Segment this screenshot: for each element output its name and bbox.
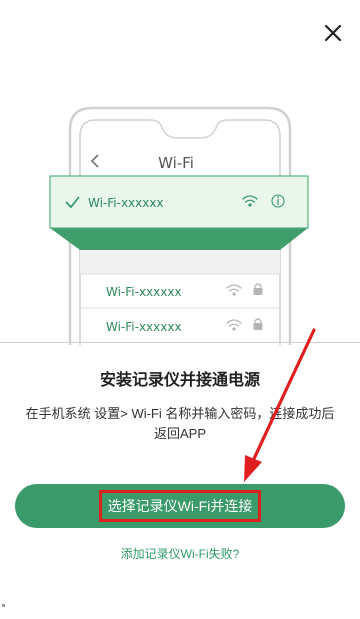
highlight-projection bbox=[50, 228, 308, 250]
section-divider bbox=[0, 342, 360, 343]
instruction-text: 在手机系统 设置> Wi-Fi 名称并输入密码，连接成功后返回APP bbox=[25, 406, 335, 441]
page-title: 安装记录仪并接通电源 bbox=[99, 372, 260, 389]
select-recorder-wifi-button-label: 选择记录仪Wi-Fi并连接 bbox=[98, 490, 262, 522]
network-row-1: Wi-Fi-xxxxxx bbox=[106, 285, 182, 299]
highlighted-network-name: Wi-Fi-xxxxxx bbox=[88, 196, 164, 210]
add-wifi-failed-link[interactable]: 添加记录仪Wi-Fi失败? bbox=[0, 545, 360, 562]
corner-dot bbox=[2, 604, 5, 607]
phone-title: Wi-Fi bbox=[158, 154, 194, 172]
wifi-setup-illustration: Wi-Fi Wi-Fi-xxxxxx Wi-Fi-xxxxxx Wi-Fi-xx… bbox=[49, 106, 309, 345]
network-row-2: Wi-Fi-xxxxxx bbox=[106, 320, 182, 334]
select-recorder-wifi-button[interactable]: 选择记录仪Wi-Fi并连接 bbox=[15, 484, 345, 528]
